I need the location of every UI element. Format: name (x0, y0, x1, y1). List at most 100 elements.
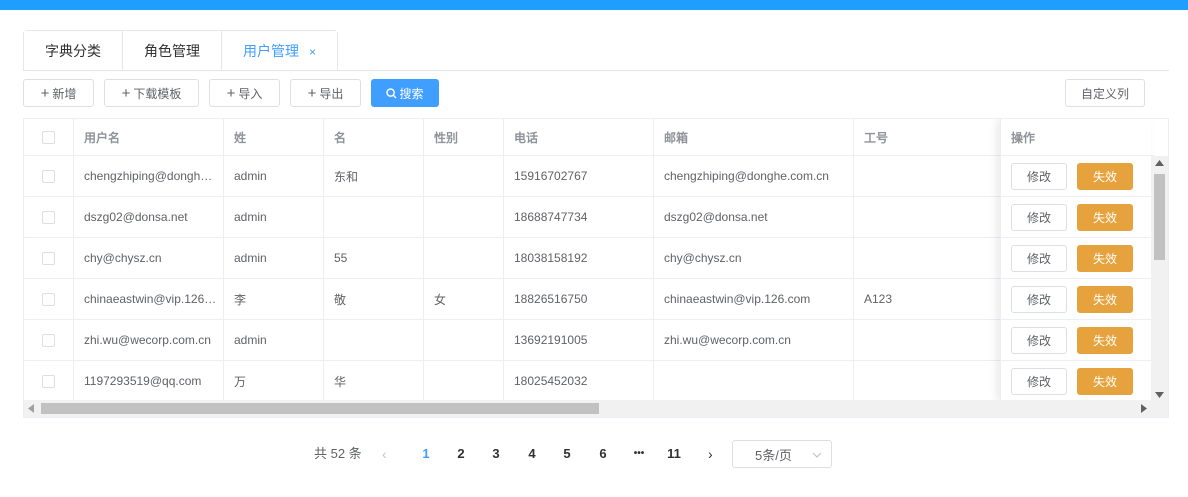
actions-row: 修改 失效 (1001, 320, 1152, 361)
table-row: chinaeastwin@vip.126.com 李 敬 女 18826516750 ch… (24, 279, 1154, 320)
cell-employee-no: A123 (854, 279, 1004, 319)
row-select-cell (24, 279, 74, 319)
export-button[interactable]: + 导出 (290, 79, 361, 107)
tab-dictionary[interactable]: 字典分类 (24, 31, 123, 71)
cell-given-name: 东和 (324, 156, 424, 196)
cell-employee-no (854, 156, 1004, 196)
cell-phone: 18688747734 (504, 197, 654, 237)
select-all-checkbox[interactable] (42, 130, 55, 144)
edit-button[interactable]: 修改 (1011, 163, 1067, 190)
cell-text: 18038158192 (514, 251, 588, 265)
cell-phone: 18826516750 (504, 279, 654, 319)
chevron-down-icon (812, 452, 822, 458)
plus-icon: + (307, 84, 317, 102)
cell-gender (424, 156, 504, 196)
row-checkbox[interactable] (42, 292, 55, 306)
page-size-value: 5条/页 (755, 447, 792, 463)
row-checkbox[interactable] (42, 210, 55, 224)
edit-button[interactable]: 修改 (1011, 327, 1067, 354)
page-6[interactable]: 6 (593, 440, 613, 468)
row-checkbox[interactable] (42, 333, 55, 347)
cell-text: zhi.wu@wecorp.com.cn (84, 333, 211, 347)
page-1[interactable]: 1 (416, 440, 436, 468)
edit-button[interactable]: 修改 (1011, 286, 1067, 313)
actions-row: 修改 失效 (1001, 156, 1152, 197)
page-4[interactable]: 4 (522, 440, 542, 468)
page-size-select[interactable]: 5条/页 (732, 440, 832, 468)
next-page-icon[interactable]: › (708, 440, 713, 468)
page-last[interactable]: 11 (663, 440, 685, 468)
table-row: 1197293519@qq.com 万 华 18025452032 (24, 361, 1154, 402)
tab-roles[interactable]: 角色管理 (123, 31, 222, 71)
cell-given-name (324, 197, 424, 237)
actions-column: 操作 修改 失效 修改 失效 修改 失效 修改 失效 修改 失效 修改 失效 (1000, 119, 1152, 402)
total-count: 共 52 条 (314, 446, 362, 461)
cell-text: chy@chysz.cn (664, 251, 742, 265)
download-template-button[interactable]: + 下载模板 (104, 79, 199, 107)
tab-label: 字典分类 (45, 43, 101, 59)
disable-button[interactable]: 失效 (1077, 245, 1133, 272)
page-5[interactable]: 5 (557, 440, 577, 468)
disable-button[interactable]: 失效 (1077, 204, 1133, 231)
edit-button[interactable]: 修改 (1011, 245, 1067, 272)
row-select-cell (24, 320, 74, 360)
export-label: 导出 (319, 86, 344, 101)
cell-gender (424, 320, 504, 360)
disable-button[interactable]: 失效 (1077, 368, 1133, 395)
custom-columns-button[interactable]: 自定义列 (1065, 79, 1145, 107)
add-label: 新增 (52, 86, 77, 101)
edit-button[interactable]: 修改 (1011, 368, 1067, 395)
table-row: zhi.wu@wecorp.com.cn admin 13692191005 zhi.… (24, 320, 1154, 361)
page-2[interactable]: 2 (451, 440, 471, 468)
edit-button[interactable]: 修改 (1011, 204, 1067, 231)
close-icon[interactable]: × (309, 32, 316, 72)
horizontal-scroll-thumb[interactable] (41, 403, 599, 414)
row-checkbox[interactable] (42, 169, 55, 183)
cell-text: 13692191005 (514, 333, 588, 347)
row-checkbox[interactable] (42, 374, 55, 388)
cell-text: 万 (234, 374, 247, 389)
cell-text: admin (234, 210, 267, 224)
cell-given-name (324, 320, 424, 360)
cell-gender (424, 197, 504, 237)
cell-text: 18025452032 (514, 374, 588, 388)
header-label: 操作 (1011, 130, 1036, 145)
tab-users[interactable]: 用户管理 × (222, 31, 338, 72)
cell-text: A123 (864, 292, 893, 306)
disable-button[interactable]: 失效 (1077, 163, 1133, 190)
disable-button[interactable]: 失效 (1077, 327, 1133, 354)
prev-page-icon[interactable]: ‹ (382, 440, 387, 468)
scroll-left-icon[interactable] (28, 404, 34, 413)
cell-text: admin (234, 251, 267, 265)
scroll-down-icon[interactable] (1155, 392, 1164, 398)
cell-phone: 15916702767 (504, 156, 654, 196)
table-row: chengzhiping@donghe.com.cn admin 东和 1591670… (24, 156, 1154, 197)
header-label: 名 (334, 130, 347, 145)
more-pages-ellipsis[interactable]: ••• (628, 440, 650, 468)
cell-employee-no (854, 197, 1004, 237)
disable-button[interactable]: 失效 (1077, 286, 1133, 313)
cell-text: 18826516750 (514, 292, 588, 306)
search-button[interactable]: 搜索 (371, 79, 439, 107)
header-label: 性别 (434, 130, 459, 145)
header-given-name: 名 (324, 119, 424, 155)
horizontal-scrollbar[interactable] (24, 400, 1168, 417)
header-surname: 姓 (224, 119, 324, 155)
scroll-right-icon[interactable] (1141, 404, 1147, 413)
cell-text: 女 (434, 292, 447, 307)
header-label: 邮箱 (664, 130, 689, 145)
cell-employee-no (854, 320, 1004, 360)
vertical-scrollbar[interactable] (1151, 156, 1168, 402)
cell-text: 东和 (334, 169, 359, 184)
cell-given-name: 敬 (324, 279, 424, 319)
scroll-up-icon[interactable] (1155, 160, 1164, 166)
table-row: dszg02@donsa.net admin 18688747734 dszg02@d… (24, 197, 1154, 238)
cell-text: 李 (234, 292, 247, 307)
cell-text: chinaeastwin@vip.126.com (664, 292, 811, 306)
page-3[interactable]: 3 (486, 440, 506, 468)
import-button[interactable]: + 导入 (209, 79, 280, 107)
cell-text: 55 (334, 251, 348, 265)
vertical-scroll-thumb[interactable] (1154, 174, 1165, 260)
row-checkbox[interactable] (42, 251, 55, 265)
add-button[interactable]: + 新增 (23, 79, 94, 107)
